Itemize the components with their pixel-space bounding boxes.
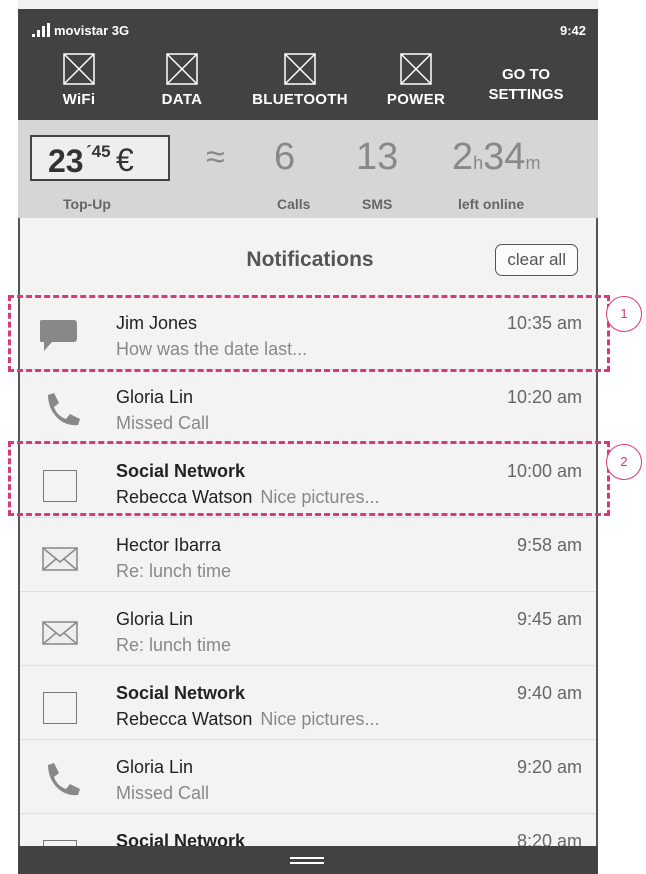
carrier-label: movistar 3G: [54, 23, 130, 38]
notification-time: 9:58 am: [516, 535, 582, 555]
power-toggle[interactable]: POWER: [378, 53, 454, 108]
notification-title: Hector Ibarra: [116, 535, 222, 555]
bluetooth-icon: [284, 53, 316, 85]
go-to-settings-line1: GO TO: [501, 66, 551, 83]
balance-amount: 23: [48, 143, 84, 179]
image-placeholder-icon: [40, 834, 80, 846]
online-hours-unit: h: [473, 153, 484, 173]
notification-item[interactable]: Hector Ibarra Re: lunch time 9:58 am: [20, 518, 596, 592]
notification-title: Social Network: [116, 683, 246, 703]
notification-item[interactable]: Social Network 8:20 am: [20, 814, 596, 846]
online-hours: 2: [452, 136, 474, 178]
currency-symbol: €: [116, 142, 134, 178]
phone-screen: movistar 3G 9:42 WiFi DATA BLUETOOTH POW…: [18, 0, 598, 874]
data-toggle[interactable]: DATA: [142, 53, 222, 108]
online-label: left online: [458, 196, 525, 212]
drag-handle-icon[interactable]: [290, 857, 324, 864]
bottom-bar: [18, 846, 598, 874]
notification-preview: Rebecca Watson Nice pictures...: [116, 709, 379, 730]
notification-title: Gloria Lin: [116, 387, 194, 407]
power-toggle-label: POWER: [386, 91, 446, 108]
power-icon: [400, 53, 432, 85]
notification-list: Jim Jones How was the date last... 10:35…: [20, 296, 596, 846]
phone-icon: [48, 393, 80, 426]
notification-item[interactable]: Gloria Lin Re: lunch time 9:45 am: [20, 592, 596, 666]
image-placeholder-icon: [40, 686, 80, 726]
topup-label: Top-Up: [63, 196, 111, 212]
wifi-icon: [63, 53, 95, 85]
online-minutes: 34: [483, 136, 526, 178]
annotation-callout-2: 2: [606, 444, 642, 480]
notification-item[interactable]: Gloria Lin Missed Call 10:20 am: [20, 370, 596, 444]
notification-preview: Missed Call: [116, 783, 210, 803]
bluetooth-toggle-label: BLUETOOTH: [252, 91, 348, 108]
go-to-settings-line2: SETTINGS: [488, 86, 564, 103]
annotation-callout-1: 1: [606, 296, 642, 332]
calls-label: Calls: [277, 196, 311, 212]
notification-title: Social Network: [116, 831, 246, 846]
notification-preview: Re: lunch time: [116, 561, 232, 581]
envelope-icon: [42, 621, 78, 645]
data-toggle-label: DATA: [161, 91, 203, 108]
notification-title: Gloria Lin: [116, 609, 194, 629]
data-icon: [166, 53, 198, 85]
online-minutes-unit: m: [525, 153, 541, 173]
approx-symbol: ≈: [206, 138, 225, 176]
sms-label: SMS: [362, 196, 393, 212]
signal-icon: [32, 23, 50, 37]
notification-title: Gloria Lin: [116, 757, 194, 777]
usage-stats: 23 ´45 € Top-Up ≈ 6 Calls 13 SMS 2h34m l…: [18, 120, 598, 218]
notification-preview-text: Nice pictures...: [260, 709, 380, 729]
notification-preview: Re: lunch time: [116, 635, 232, 655]
notification-time: 9:20 am: [516, 757, 582, 777]
topup-button[interactable]: 23 ´45 €: [30, 135, 170, 181]
online-time: 2h34m: [452, 136, 540, 179]
notification-time: 9:45 am: [516, 609, 582, 629]
go-to-settings-button[interactable]: GO TO SETTINGS: [476, 65, 576, 105]
bluetooth-toggle[interactable]: BLUETOOTH: [238, 53, 362, 108]
clear-all-button[interactable]: clear all: [495, 244, 578, 276]
annotation-box-1: [8, 295, 610, 372]
notification-item[interactable]: Gloria Lin Missed Call 9:20 am: [20, 740, 596, 814]
quick-settings-bar: movistar 3G 9:42 WiFi DATA BLUETOOTH POW…: [18, 9, 598, 120]
calls-value: 6: [274, 136, 296, 178]
notification-time: 8:20 am: [516, 831, 582, 846]
notification-time: 9:40 am: [516, 683, 582, 703]
balance-decimals: ´45: [86, 142, 111, 161]
notification-item[interactable]: Social Network Rebecca Watson Nice pictur…: [20, 666, 596, 740]
annotation-box-2: [8, 441, 610, 516]
notification-sender: Rebecca Watson: [116, 709, 253, 729]
wifi-toggle[interactable]: WiFi: [47, 53, 111, 108]
envelope-icon: [42, 547, 78, 571]
phone-icon: [48, 763, 80, 796]
status-time: 9:42: [559, 23, 586, 38]
notification-preview: Missed Call: [116, 413, 210, 433]
notification-time: 10:20 am: [506, 387, 582, 407]
sms-value: 13: [356, 136, 399, 178]
wifi-toggle-label: WiFi: [62, 91, 96, 108]
